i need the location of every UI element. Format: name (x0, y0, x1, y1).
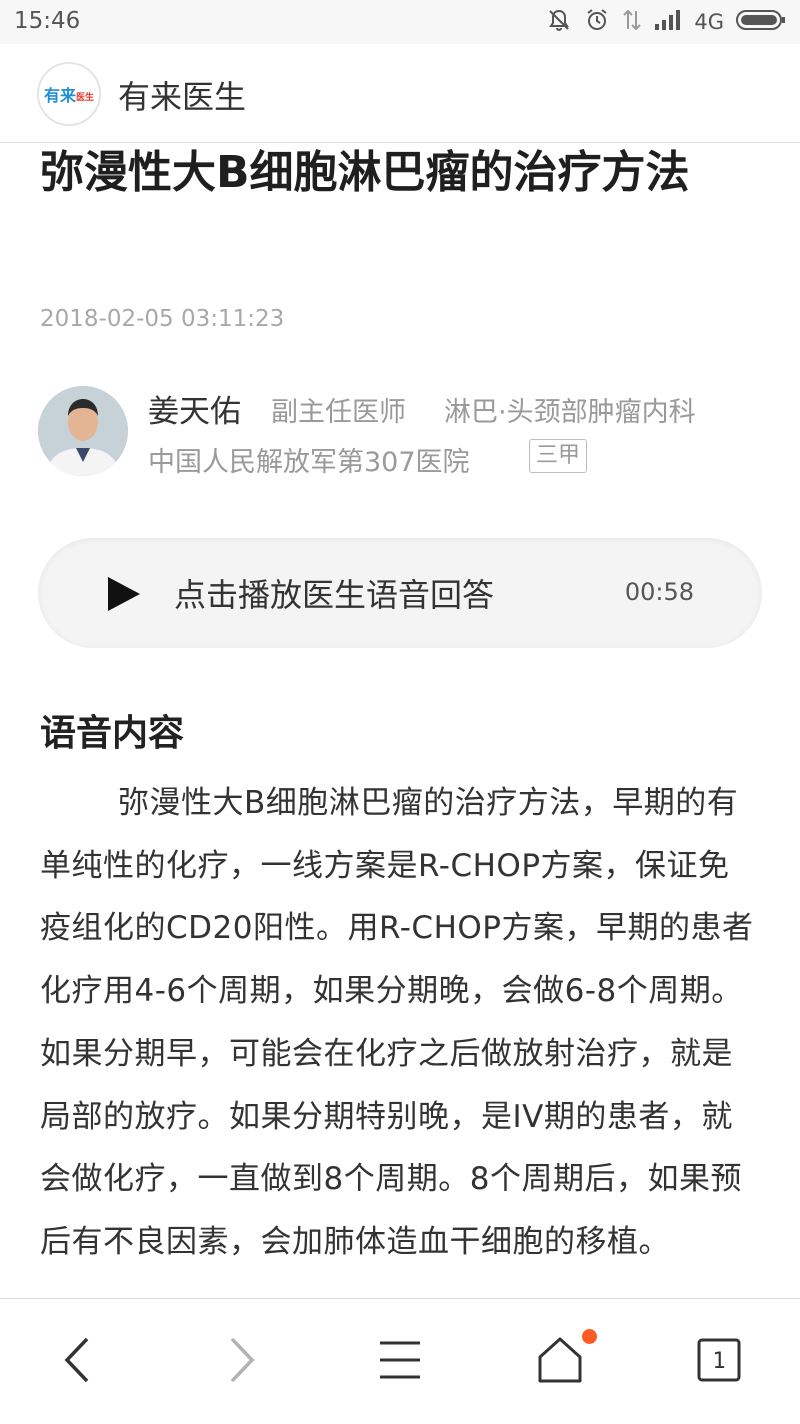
article-body: 弥漫性大B细胞淋巴瘤的治疗方法，早期的有单纯性的化疗，一线方案是R-CHOP方案… (40, 785, 754, 1260)
hospital-grade-badge: 三甲 (529, 439, 588, 473)
home-icon (535, 1335, 585, 1389)
network-type: 4G (694, 10, 724, 34)
audio-duration: 00:58 (624, 578, 694, 606)
status-bar: 15:46 4G (0, 0, 800, 44)
author-name[interactable]: 姜天佑 (148, 386, 241, 431)
author-hospital: 中国人民解放军第307医院 (148, 447, 470, 478)
home-button[interactable] (505, 1299, 615, 1424)
status-time: 15:46 (14, 8, 81, 34)
author-avatar[interactable] (38, 386, 128, 476)
status-icons: 4G (546, 6, 786, 38)
mute-bell-icon (546, 7, 572, 37)
back-button[interactable] (24, 1299, 134, 1424)
section-heading: 语音内容 (40, 713, 185, 754)
signal-icon (654, 8, 682, 36)
notification-dot (582, 1329, 597, 1344)
forward-icon (220, 1335, 260, 1389)
audio-player[interactable]: 点击播放医生语音回答 00:58 (38, 538, 762, 648)
app-name: 有来医生 (118, 78, 247, 116)
tabs-icon: 1 (695, 1336, 743, 1388)
app-logo[interactable]: 有来医生 (37, 62, 101, 126)
back-icon (59, 1335, 99, 1389)
logo-text: 有来医生 (43, 86, 95, 105)
author-title: 副主任医师 (271, 397, 406, 428)
tab-count: 1 (712, 1349, 725, 1374)
article-date: 2018-02-05 03:11:23 (40, 306, 285, 332)
bottom-nav: 1 (0, 1298, 800, 1424)
play-icon[interactable] (104, 574, 144, 614)
forward-button[interactable] (185, 1299, 295, 1424)
battery-icon (736, 8, 786, 36)
alarm-clock-icon (584, 7, 610, 37)
article-title: 弥漫性大B细胞淋巴瘤的治疗方法 (40, 147, 690, 198)
data-transfer-icon (622, 7, 642, 37)
app-header: 有来医生 有来医生 (0, 44, 800, 143)
tabs-button[interactable]: 1 (664, 1299, 774, 1424)
audio-play-label[interactable]: 点击播放医生语音回答 (174, 570, 494, 616)
menu-button[interactable] (345, 1299, 455, 1424)
author-department: 淋巴·头颈部肿瘤内科 (444, 397, 696, 428)
menu-icon (375, 1337, 425, 1387)
